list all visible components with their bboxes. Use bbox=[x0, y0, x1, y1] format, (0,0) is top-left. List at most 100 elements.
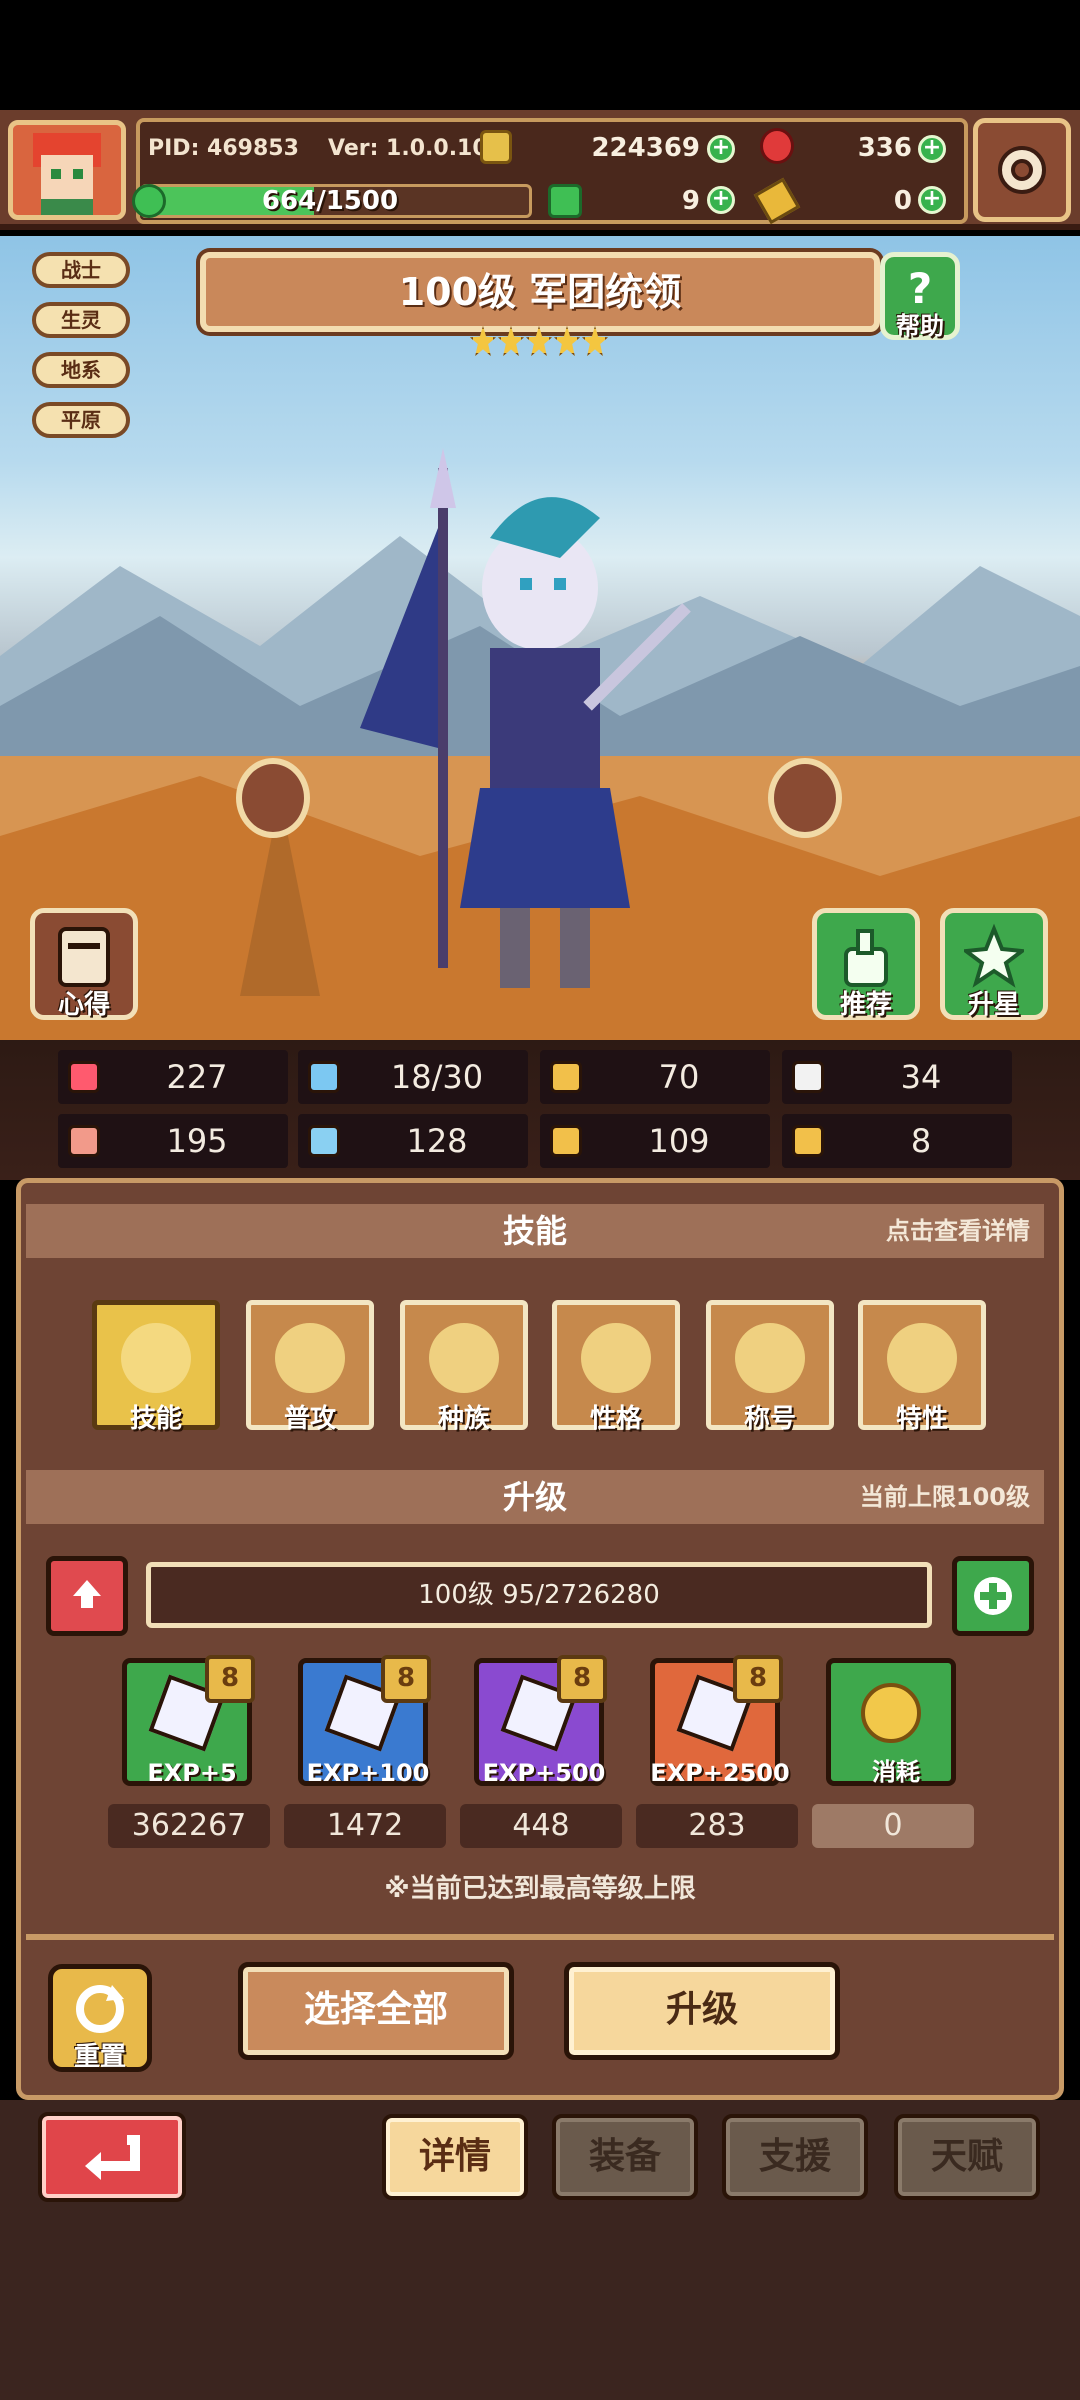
stat-cell: 227 bbox=[58, 1050, 288, 1104]
star-icon bbox=[470, 326, 496, 356]
exp-item-label: EXP+5 bbox=[147, 1759, 237, 1787]
exp-item-label: 消耗 bbox=[872, 1758, 920, 1786]
hero-title-banner: 100级 军团统领 bbox=[200, 252, 880, 332]
tag-class[interactable]: 战士 bbox=[32, 252, 130, 288]
level-down-button[interactable] bbox=[46, 1556, 128, 1636]
select-all-button[interactable]: 选择全部 bbox=[238, 1962, 514, 2060]
exp-item-label: EXP+100 bbox=[306, 1759, 430, 1787]
skill-emblem-icon bbox=[735, 1323, 805, 1393]
stat-value: 128 bbox=[406, 1122, 468, 1160]
divider bbox=[26, 1934, 1054, 1940]
upgrade-section-header: 升级 当前上限100级 bbox=[26, 1470, 1044, 1524]
reset-button[interactable]: 重置 bbox=[48, 1964, 152, 2072]
upgrade-note: 当前上限100级 bbox=[859, 1483, 1030, 1511]
wing-icon bbox=[792, 1061, 824, 1093]
skill-label: 称号 bbox=[743, 1404, 796, 1434]
ruby-icon bbox=[760, 128, 794, 164]
add-key-button[interactable]: + bbox=[918, 186, 946, 214]
key-count: 0 bbox=[893, 186, 912, 216]
book-icon bbox=[308, 1125, 340, 1157]
exp-item[interactable]: 8 EXP+500 bbox=[474, 1655, 607, 1787]
tab-1[interactable]: 装备 bbox=[552, 2114, 698, 2200]
clover-icon bbox=[132, 184, 166, 218]
skill-slot[interactable]: 普攻 bbox=[246, 1300, 374, 1434]
upgrade-button[interactable]: 升级 bbox=[564, 1962, 840, 2060]
stat-value: 195 bbox=[166, 1122, 228, 1160]
skill-slot[interactable]: 特性 bbox=[858, 1300, 986, 1434]
exp-item-count: 362267 bbox=[108, 1804, 270, 1848]
star-up-label: 升星 bbox=[967, 990, 1020, 1020]
item-badge: 8 bbox=[557, 1655, 607, 1703]
level-progress-bar: 100级 95/2726280 bbox=[146, 1562, 932, 1628]
stat-cell: 70 bbox=[540, 1050, 770, 1104]
left-arrow-coin[interactable] bbox=[236, 758, 310, 838]
gold-count: 224369 bbox=[591, 133, 700, 163]
add-gold-button[interactable]: + bbox=[707, 135, 735, 163]
stat-cell: 18/30 bbox=[298, 1050, 528, 1104]
stat-cell: 195 bbox=[58, 1114, 288, 1168]
stat-value: 18/30 bbox=[390, 1058, 484, 1096]
skill-emblem-icon bbox=[275, 1323, 345, 1393]
exp-item-label: EXP+500 bbox=[482, 1759, 606, 1787]
skill-slot[interactable]: 称号 bbox=[706, 1300, 834, 1434]
skill-emblem-icon bbox=[887, 1323, 957, 1393]
tab-2[interactable]: 支援 bbox=[722, 2114, 868, 2200]
exp-item[interactable]: 8 EXP+100 bbox=[298, 1655, 431, 1787]
skill-slot[interactable]: 性格 bbox=[552, 1300, 680, 1434]
exp-item[interactable]: 消耗 bbox=[826, 1658, 956, 1786]
stat-value: 70 bbox=[658, 1058, 700, 1096]
insight-button[interactable]: 心得 bbox=[30, 908, 138, 1020]
star-icon bbox=[582, 326, 608, 356]
tag-element[interactable]: 地系 bbox=[32, 352, 130, 388]
gem-count: 336 bbox=[857, 133, 912, 163]
star-icon bbox=[554, 326, 580, 356]
hero-character bbox=[360, 448, 691, 988]
star-rating bbox=[470, 326, 608, 360]
right-arrow-coin[interactable] bbox=[768, 758, 842, 838]
skills-note[interactable]: 点击查看详情 bbox=[886, 1204, 1030, 1258]
skill-slot[interactable]: 技能 bbox=[92, 1300, 220, 1434]
player-avatar[interactable] bbox=[8, 120, 126, 220]
back-button[interactable] bbox=[38, 2112, 186, 2202]
item-badge: 8 bbox=[205, 1655, 255, 1703]
coin-icon bbox=[861, 1683, 921, 1743]
plus-icon bbox=[974, 1577, 1012, 1615]
tab-0[interactable]: 详情 bbox=[382, 2114, 528, 2200]
item-badge: 8 bbox=[381, 1655, 431, 1703]
exp-item-count: 0 bbox=[812, 1804, 974, 1848]
book-icon bbox=[58, 927, 110, 987]
skill-emblem-icon bbox=[121, 1323, 191, 1393]
tag-terrain[interactable]: 平原 bbox=[32, 402, 130, 438]
gear-icon bbox=[998, 146, 1046, 194]
tag-race[interactable]: 生灵 bbox=[32, 302, 130, 338]
level-up-plus-button[interactable] bbox=[952, 1556, 1034, 1636]
skill-slot[interactable]: 种族 bbox=[400, 1300, 528, 1434]
star-icon bbox=[498, 326, 524, 356]
insight-label: 心得 bbox=[57, 990, 110, 1020]
stat-cell: 8 bbox=[782, 1114, 1012, 1168]
exp-item[interactable]: 8 EXP+2500 bbox=[650, 1655, 790, 1787]
exp-item-count: 1472 bbox=[284, 1804, 446, 1848]
skill-label: 性格 bbox=[589, 1404, 642, 1434]
add-clover-button[interactable]: + bbox=[707, 186, 735, 214]
stat-value: 227 bbox=[166, 1058, 228, 1096]
stat-value: 34 bbox=[900, 1058, 942, 1096]
reset-label: 重置 bbox=[73, 2042, 126, 2072]
stamina-text: 664/1500 bbox=[261, 186, 399, 216]
help-button[interactable]: ? 帮助 bbox=[880, 252, 960, 340]
fist-icon bbox=[68, 1125, 100, 1157]
thumbs-up-icon bbox=[844, 929, 888, 987]
add-gem-button[interactable]: + bbox=[918, 135, 946, 163]
recommend-button[interactable]: 推荐 bbox=[812, 908, 920, 1020]
exp-item-count: 448 bbox=[460, 1804, 622, 1848]
settings-button[interactable] bbox=[973, 118, 1071, 222]
skill-label: 种族 bbox=[437, 1404, 490, 1434]
recommend-label: 推荐 bbox=[839, 990, 892, 1020]
skill-emblem-icon bbox=[429, 1323, 499, 1393]
star-up-button[interactable]: 升星 bbox=[940, 908, 1048, 1020]
boot-icon bbox=[550, 1125, 582, 1157]
exp-item[interactable]: 8 EXP+5 bbox=[122, 1655, 255, 1787]
tab-3[interactable]: 天赋 bbox=[894, 2114, 1040, 2200]
clover-currency-icon bbox=[548, 184, 582, 218]
stat-value: 8 bbox=[910, 1122, 932, 1160]
